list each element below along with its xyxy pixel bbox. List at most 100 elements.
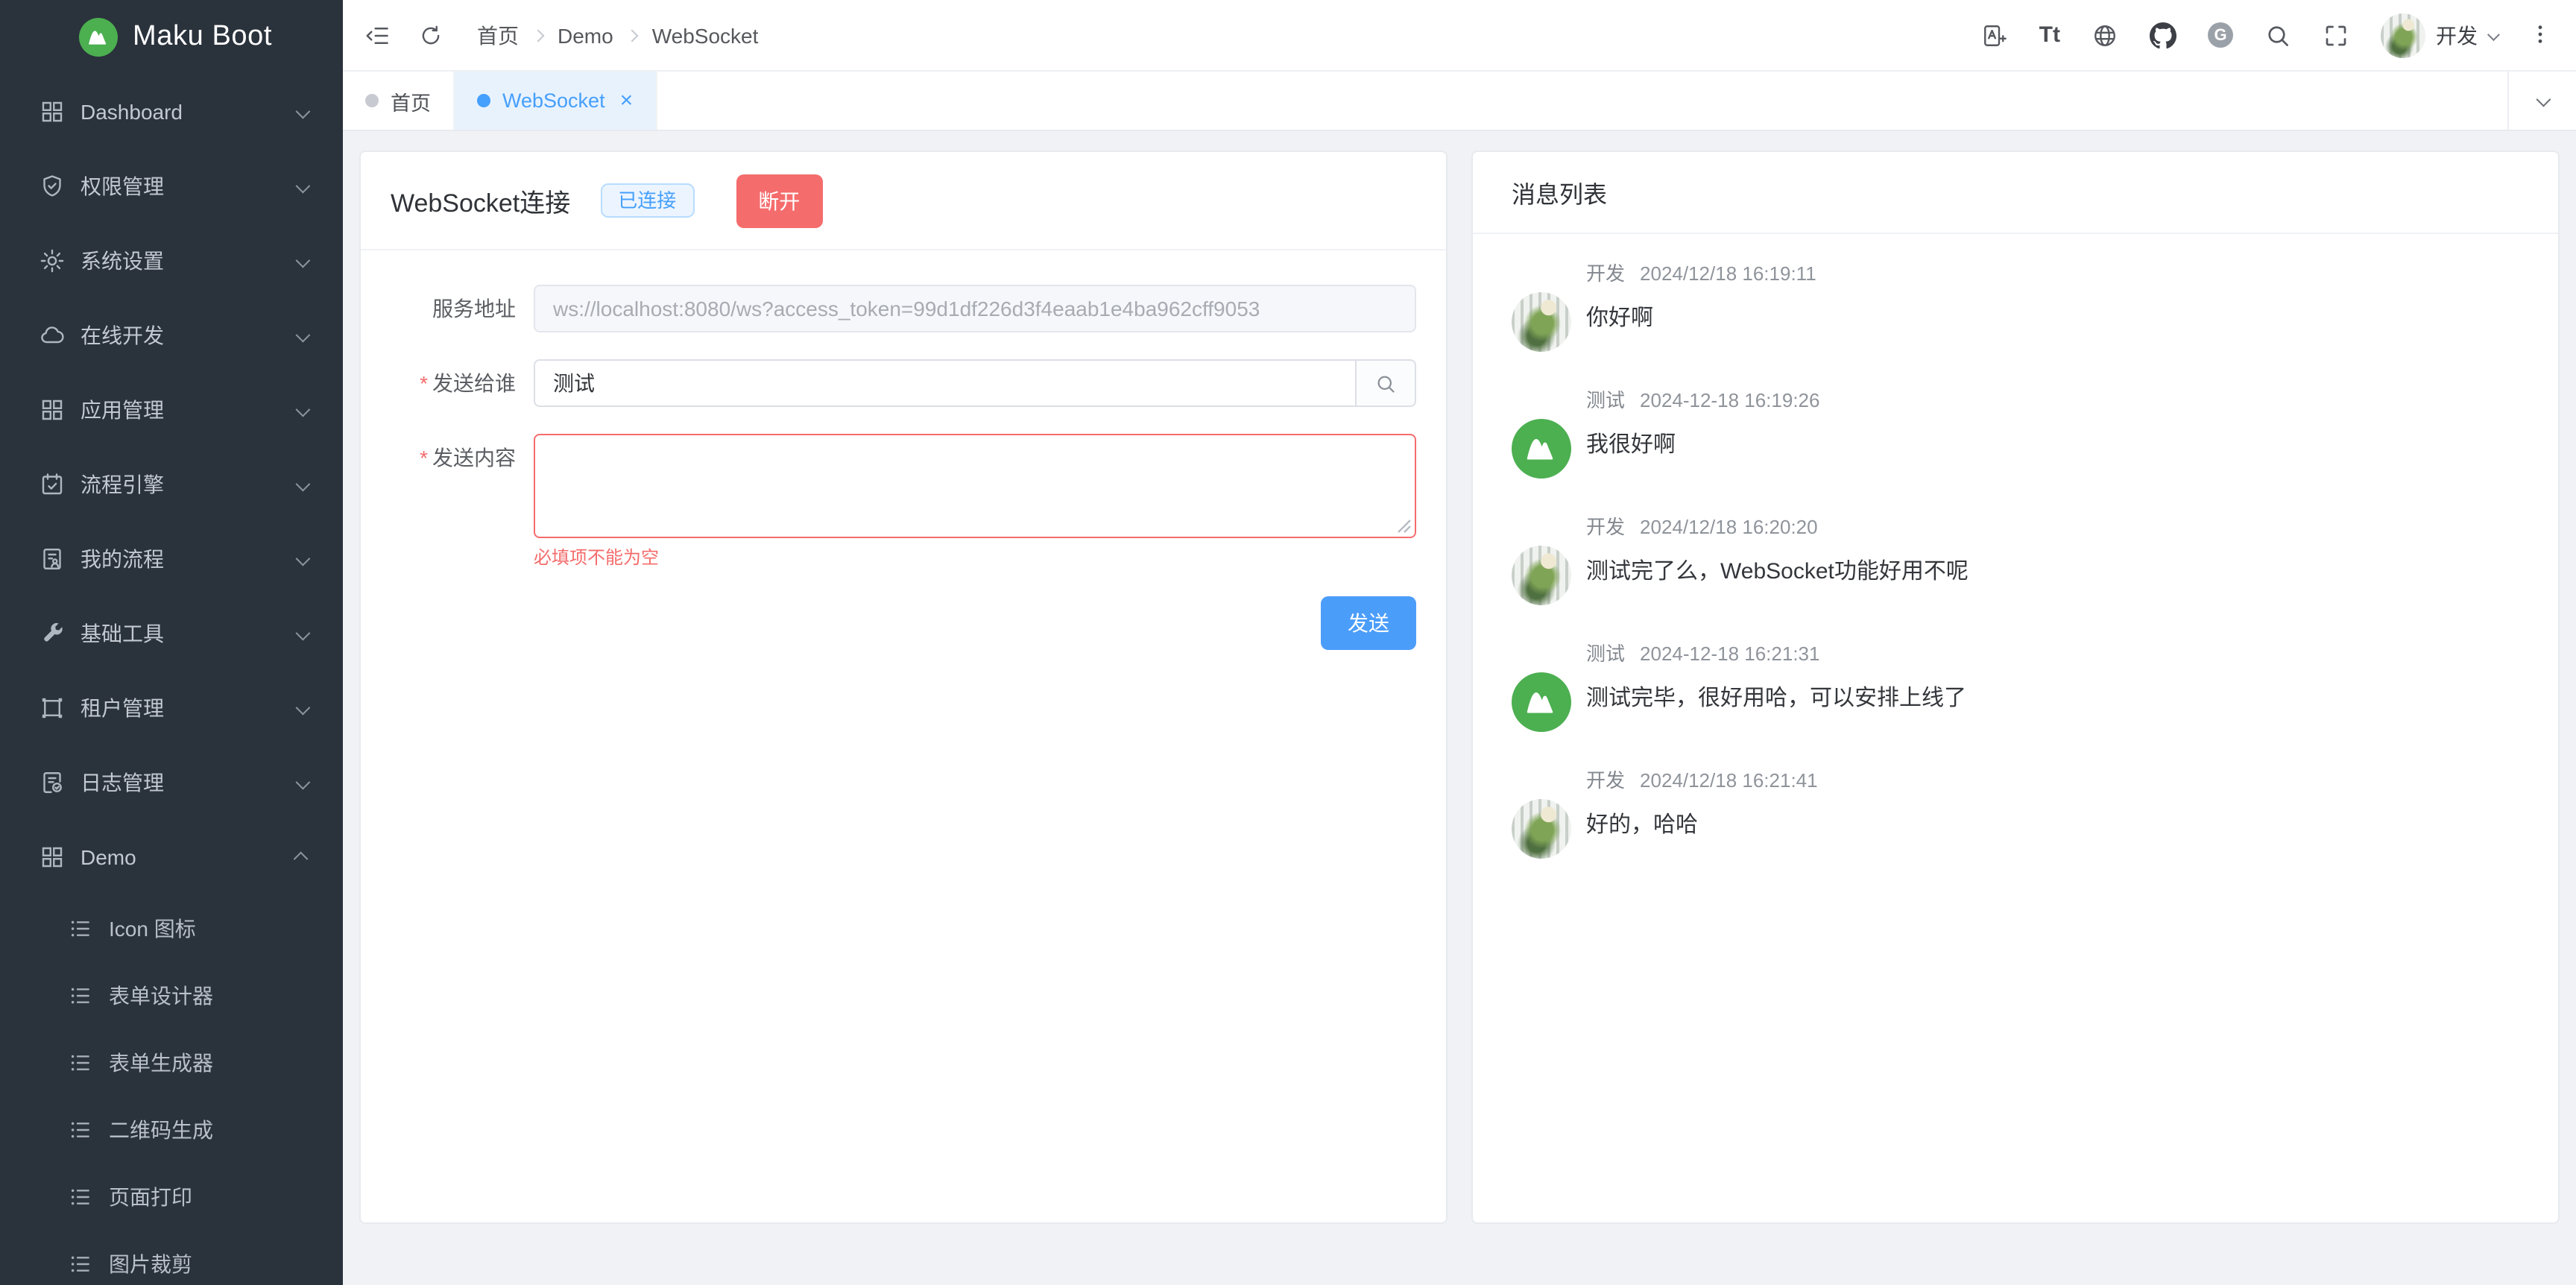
sidebar-item-label: Demo: [80, 845, 297, 869]
content-label: *发送内容: [391, 434, 534, 569]
message-time: 2024/12/18 16:19:11: [1640, 262, 1816, 285]
sidebar-item-label: 租户管理: [80, 693, 297, 723]
chevron-down-icon: [296, 104, 311, 119]
tab-websocket[interactable]: WebSocket ×: [455, 72, 657, 130]
tab-label: 首页: [391, 86, 431, 116]
sidebar-subitem-form-designer[interactable]: 表单设计器: [0, 962, 343, 1029]
sidebar-item-label: Dashboard: [80, 100, 297, 124]
breadcrumb-demo[interactable]: Demo: [558, 23, 613, 47]
websocket-connection-card: WebSocket连接 已连接 断开 服务地址 *发送给谁: [359, 151, 1448, 1224]
message-content-textarea[interactable]: [534, 434, 1416, 538]
tab-home[interactable]: 首页: [343, 72, 455, 130]
message-sender: 测试: [1586, 642, 1625, 665]
more-options-icon[interactable]: [2528, 22, 2552, 48]
github-icon[interactable]: [2150, 22, 2176, 48]
sidebar-item-log-management[interactable]: 日志管理: [0, 745, 343, 820]
sidebar-item-label: 日志管理: [80, 768, 297, 798]
sidebar-subitem-label: 表单生成器: [109, 1047, 213, 1077]
apps-icon: [39, 844, 66, 871]
server-url-label: 服务地址: [391, 285, 534, 332]
message-sender: 开发: [1586, 262, 1625, 285]
list-icon: [69, 1050, 92, 1074]
sidebar-item-label: 基础工具: [80, 619, 297, 648]
message-text: 你好啊: [1586, 304, 1816, 334]
close-icon[interactable]: ×: [620, 89, 634, 112]
message-item: 测试2024-12-18 16:19:26 我很好啊: [1512, 388, 2519, 479]
topbar-actions: Tt G 开发: [1981, 13, 2552, 57]
disconnect-button[interactable]: 断开: [736, 174, 822, 227]
sidebar-item-app-management[interactable]: 应用管理: [0, 373, 343, 447]
message-sender: 开发: [1586, 516, 1625, 538]
sidebar-subitem-image-crop[interactable]: 图片裁剪: [0, 1230, 343, 1285]
shield-icon: [39, 173, 66, 200]
sidebar-subitem-qrcode[interactable]: 二维码生成: [0, 1096, 343, 1163]
search-icon[interactable]: [2264, 22, 2291, 48]
message-avatar: [1512, 672, 1571, 732]
sidebar-item-label: 系统设置: [80, 246, 297, 276]
tabs-dropdown-button[interactable]: [2507, 72, 2576, 130]
chevron-right-icon: [534, 31, 543, 40]
message-list-title: 消息列表: [1473, 152, 2558, 234]
sidebar-subitem-label: 图片裁剪: [109, 1248, 192, 1278]
sidebar-item-workflow-engine[interactable]: 流程引擎: [0, 447, 343, 522]
apps-icon: [39, 397, 66, 423]
fullscreen-icon[interactable]: [2323, 22, 2349, 48]
sidebar-menu: Dashboard 权限管理 系统设置 在线开发 应用管理: [0, 75, 343, 1285]
send-button[interactable]: 发送: [1321, 596, 1416, 650]
sidebar-item-online-dev[interactable]: 在线开发: [0, 298, 343, 373]
sidebar-item-basic-tools[interactable]: 基础工具: [0, 596, 343, 671]
gear-icon: [39, 247, 66, 274]
server-url-input: [534, 285, 1416, 332]
message-list: 开发2024/12/18 16:19:11 你好啊 测试2024-: [1473, 234, 2558, 859]
message-avatar: [1512, 546, 1571, 605]
sidebar-subitem-icon[interactable]: Icon 图标: [0, 894, 343, 962]
sidebar-item-label: 应用管理: [80, 395, 297, 425]
app-logo[interactable]: Maku Boot: [0, 0, 343, 75]
topbar: 首页 Demo WebSocket Tt G: [343, 0, 2576, 72]
sidebar-subitem-label: 二维码生成: [109, 1114, 213, 1144]
message-time: 2024-12-18 16:19:26: [1640, 389, 1819, 411]
sidebar-item-tenant-management[interactable]: 租户管理: [0, 671, 343, 745]
breadcrumb-home[interactable]: 首页: [477, 20, 519, 50]
sidebar-subitem-form-generator[interactable]: 表单生成器: [0, 1029, 343, 1096]
validation-error: 必填项不能为空: [534, 544, 1416, 569]
sidebar-item-label: 我的流程: [80, 544, 297, 574]
font-size-icon[interactable]: Tt: [2039, 24, 2060, 46]
sidebar-item-system-settings[interactable]: 系统设置: [0, 224, 343, 298]
refresh-icon[interactable]: [419, 23, 443, 47]
wrench-icon: [39, 620, 66, 647]
form-row-server: 服务地址: [391, 285, 1416, 332]
recipient-label: *发送给谁: [391, 359, 534, 407]
translate-icon[interactable]: [1981, 22, 2008, 48]
cloud-icon: [39, 322, 66, 349]
sidebar-item-demo[interactable]: Demo: [0, 820, 343, 894]
recipient-search-button[interactable]: [1355, 359, 1416, 407]
chevron-down-icon: [2487, 28, 2500, 40]
list-icon: [69, 983, 92, 1007]
sidebar-item-dashboard[interactable]: Dashboard: [0, 75, 343, 149]
maku-logo-icon: [79, 18, 118, 57]
resize-handle-icon[interactable]: [1397, 519, 1412, 534]
connection-form: 服务地址 *发送给谁: [361, 250, 1446, 650]
user-menu[interactable]: 开发: [2381, 13, 2497, 57]
sidebar-item-my-workflow[interactable]: 我的流程: [0, 522, 343, 596]
form-row-content: *发送内容 必填项不能为空: [391, 434, 1416, 569]
frame-icon: [39, 695, 66, 722]
recipient-input[interactable]: [534, 359, 1355, 407]
sidebar-subitem-page-print[interactable]: 页面打印: [0, 1163, 343, 1230]
sidebar-item-permissions[interactable]: 权限管理: [0, 149, 343, 224]
sidebar-subitem-label: 页面打印: [109, 1181, 192, 1211]
globe-icon[interactable]: [2092, 22, 2118, 48]
tab-dot-icon: [365, 94, 379, 107]
message-text: 测试完毕，很好用哈，可以安排上线了: [1586, 684, 1966, 714]
list-icon: [69, 1251, 92, 1275]
connection-title: WebSocket连接: [391, 182, 570, 219]
chevron-down-icon: [296, 476, 311, 491]
sidebar-item-label: 权限管理: [80, 171, 297, 201]
grid-icon: [39, 98, 66, 125]
form-row-recipient: *发送给谁: [391, 359, 1416, 407]
document-user-icon: [39, 546, 66, 572]
message-text: 测试完了么，WebSocket功能好用不呢: [1586, 558, 1969, 587]
collapse-sidebar-icon[interactable]: [364, 22, 391, 48]
gitee-icon[interactable]: G: [2208, 22, 2233, 48]
